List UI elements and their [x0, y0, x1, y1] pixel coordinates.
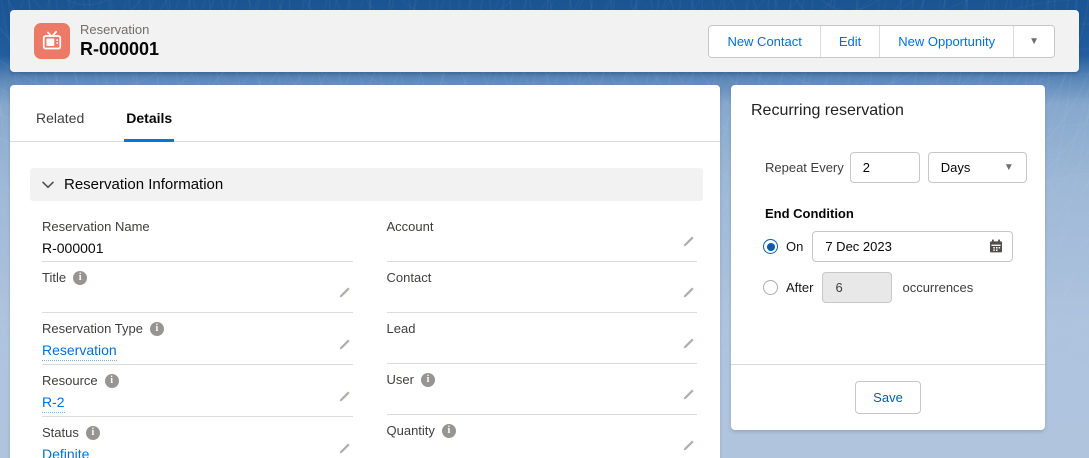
field-quantity: Quantity i — [387, 415, 698, 458]
end-date-input[interactable] — [812, 231, 1013, 262]
on-radio[interactable] — [763, 239, 778, 254]
section-reservation-information[interactable]: Reservation Information — [30, 168, 703, 201]
field-label: Status — [42, 424, 79, 441]
on-label: On — [786, 239, 803, 254]
field-label: Lead — [387, 320, 698, 337]
field-label: Contact — [387, 269, 698, 286]
info-icon[interactable]: i — [105, 374, 119, 388]
reservation-object-icon — [34, 23, 70, 59]
field-account: Account — [387, 211, 698, 262]
field-resource: Resource i R-2 — [42, 365, 353, 417]
field-title: Titlei — [42, 262, 353, 313]
edit-pencil-icon[interactable] — [338, 442, 351, 458]
status-link[interactable]: Definite — [42, 445, 89, 458]
edit-pencil-icon[interactable] — [338, 286, 351, 304]
field-lead: Lead — [387, 313, 698, 364]
field-label: Reservation Name — [42, 218, 353, 235]
recurring-reservation-panel: Recurring reservation Repeat Every Days … — [731, 85, 1045, 430]
edit-pencil-icon[interactable] — [682, 388, 695, 406]
field-column-left: Reservation Name R-000001 Titlei Reserva… — [42, 211, 353, 458]
chevron-down-icon: ▼ — [1029, 36, 1039, 47]
tab-details[interactable]: Details — [124, 110, 174, 142]
field-value — [42, 290, 353, 309]
more-actions-dropdown-button[interactable]: ▼ — [1014, 26, 1054, 57]
edit-pencil-icon[interactable] — [682, 337, 695, 355]
field-label: User — [387, 371, 414, 388]
reservation-type-link[interactable]: Reservation — [42, 341, 117, 361]
info-icon[interactable]: i — [421, 373, 435, 387]
edit-pencil-icon[interactable] — [338, 338, 351, 356]
record-header: Reservation R-000001 New Contact Edit Ne… — [10, 10, 1079, 72]
field-contact: Contact — [387, 262, 698, 313]
field-value — [387, 290, 698, 309]
record-name: R-000001 — [80, 38, 159, 60]
edit-pencil-icon[interactable] — [682, 439, 695, 457]
repeat-every-label: Repeat Every — [765, 160, 844, 175]
field-value — [387, 341, 698, 360]
field-label: Resource — [42, 372, 98, 389]
occurrences-label: occurrences — [902, 280, 973, 295]
info-icon[interactable]: i — [442, 424, 456, 438]
edit-button[interactable]: Edit — [821, 26, 880, 57]
field-user: Useri — [387, 364, 698, 415]
repeat-every-input[interactable] — [850, 152, 920, 183]
info-icon[interactable]: i — [150, 322, 164, 336]
info-icon[interactable]: i — [73, 271, 87, 285]
field-reservation-name: Reservation Name R-000001 — [42, 211, 353, 262]
end-condition-label: End Condition — [765, 206, 1045, 221]
new-contact-button[interactable]: New Contact — [709, 26, 820, 57]
field-label: Account — [387, 218, 698, 235]
section-title: Reservation Information — [64, 176, 223, 193]
info-icon[interactable]: i — [86, 426, 100, 440]
panel-footer: Save — [731, 364, 1045, 430]
edit-pencil-icon[interactable] — [682, 235, 695, 253]
field-value — [387, 443, 698, 458]
edit-pencil-icon[interactable] — [682, 286, 695, 304]
field-grid: Reservation Name R-000001 Titlei Reserva… — [42, 211, 697, 458]
chevron-down-icon: ▼ — [1004, 162, 1014, 173]
frequency-select[interactable]: Days ▼ — [928, 152, 1027, 183]
edit-pencil-icon[interactable] — [338, 390, 351, 408]
frequency-value: Days — [941, 160, 971, 175]
field-reservation-type: Reservation Type i Reservation — [42, 313, 353, 365]
tab-related[interactable]: Related — [34, 110, 86, 142]
field-label: Quantity — [387, 422, 435, 439]
after-label: After — [786, 280, 813, 295]
occurrences-input[interactable] — [822, 272, 892, 303]
end-on-row: On — [763, 231, 1045, 262]
tab-bar: Related Details — [10, 85, 720, 142]
field-label: Reservation Type — [42, 320, 143, 337]
field-column-right: Account Contact Lead Useri Quantityi — [387, 211, 698, 458]
header-action-group: New Contact Edit New Opportunity ▼ — [708, 25, 1055, 58]
chevron-down-icon — [42, 181, 54, 189]
tv-icon — [41, 30, 63, 52]
repeat-every-row: Repeat Every Days ▼ — [765, 152, 1045, 183]
calendar-icon[interactable] — [989, 239, 1003, 253]
resource-link[interactable]: R-2 — [42, 393, 65, 413]
field-label: Title — [42, 269, 66, 286]
field-value — [387, 239, 698, 258]
after-radio[interactable] — [763, 280, 778, 295]
new-opportunity-button[interactable]: New Opportunity — [880, 26, 1014, 57]
end-after-row: After occurrences — [763, 272, 1045, 303]
panel-title: Recurring reservation — [731, 85, 1045, 120]
field-status: Statusi Definite — [42, 417, 353, 458]
save-button[interactable]: Save — [855, 381, 921, 414]
record-detail-card: Related Details Reservation Information … — [10, 85, 720, 458]
field-value — [387, 392, 698, 411]
object-label: Reservation — [80, 22, 159, 38]
field-value: R-000001 — [42, 239, 353, 258]
